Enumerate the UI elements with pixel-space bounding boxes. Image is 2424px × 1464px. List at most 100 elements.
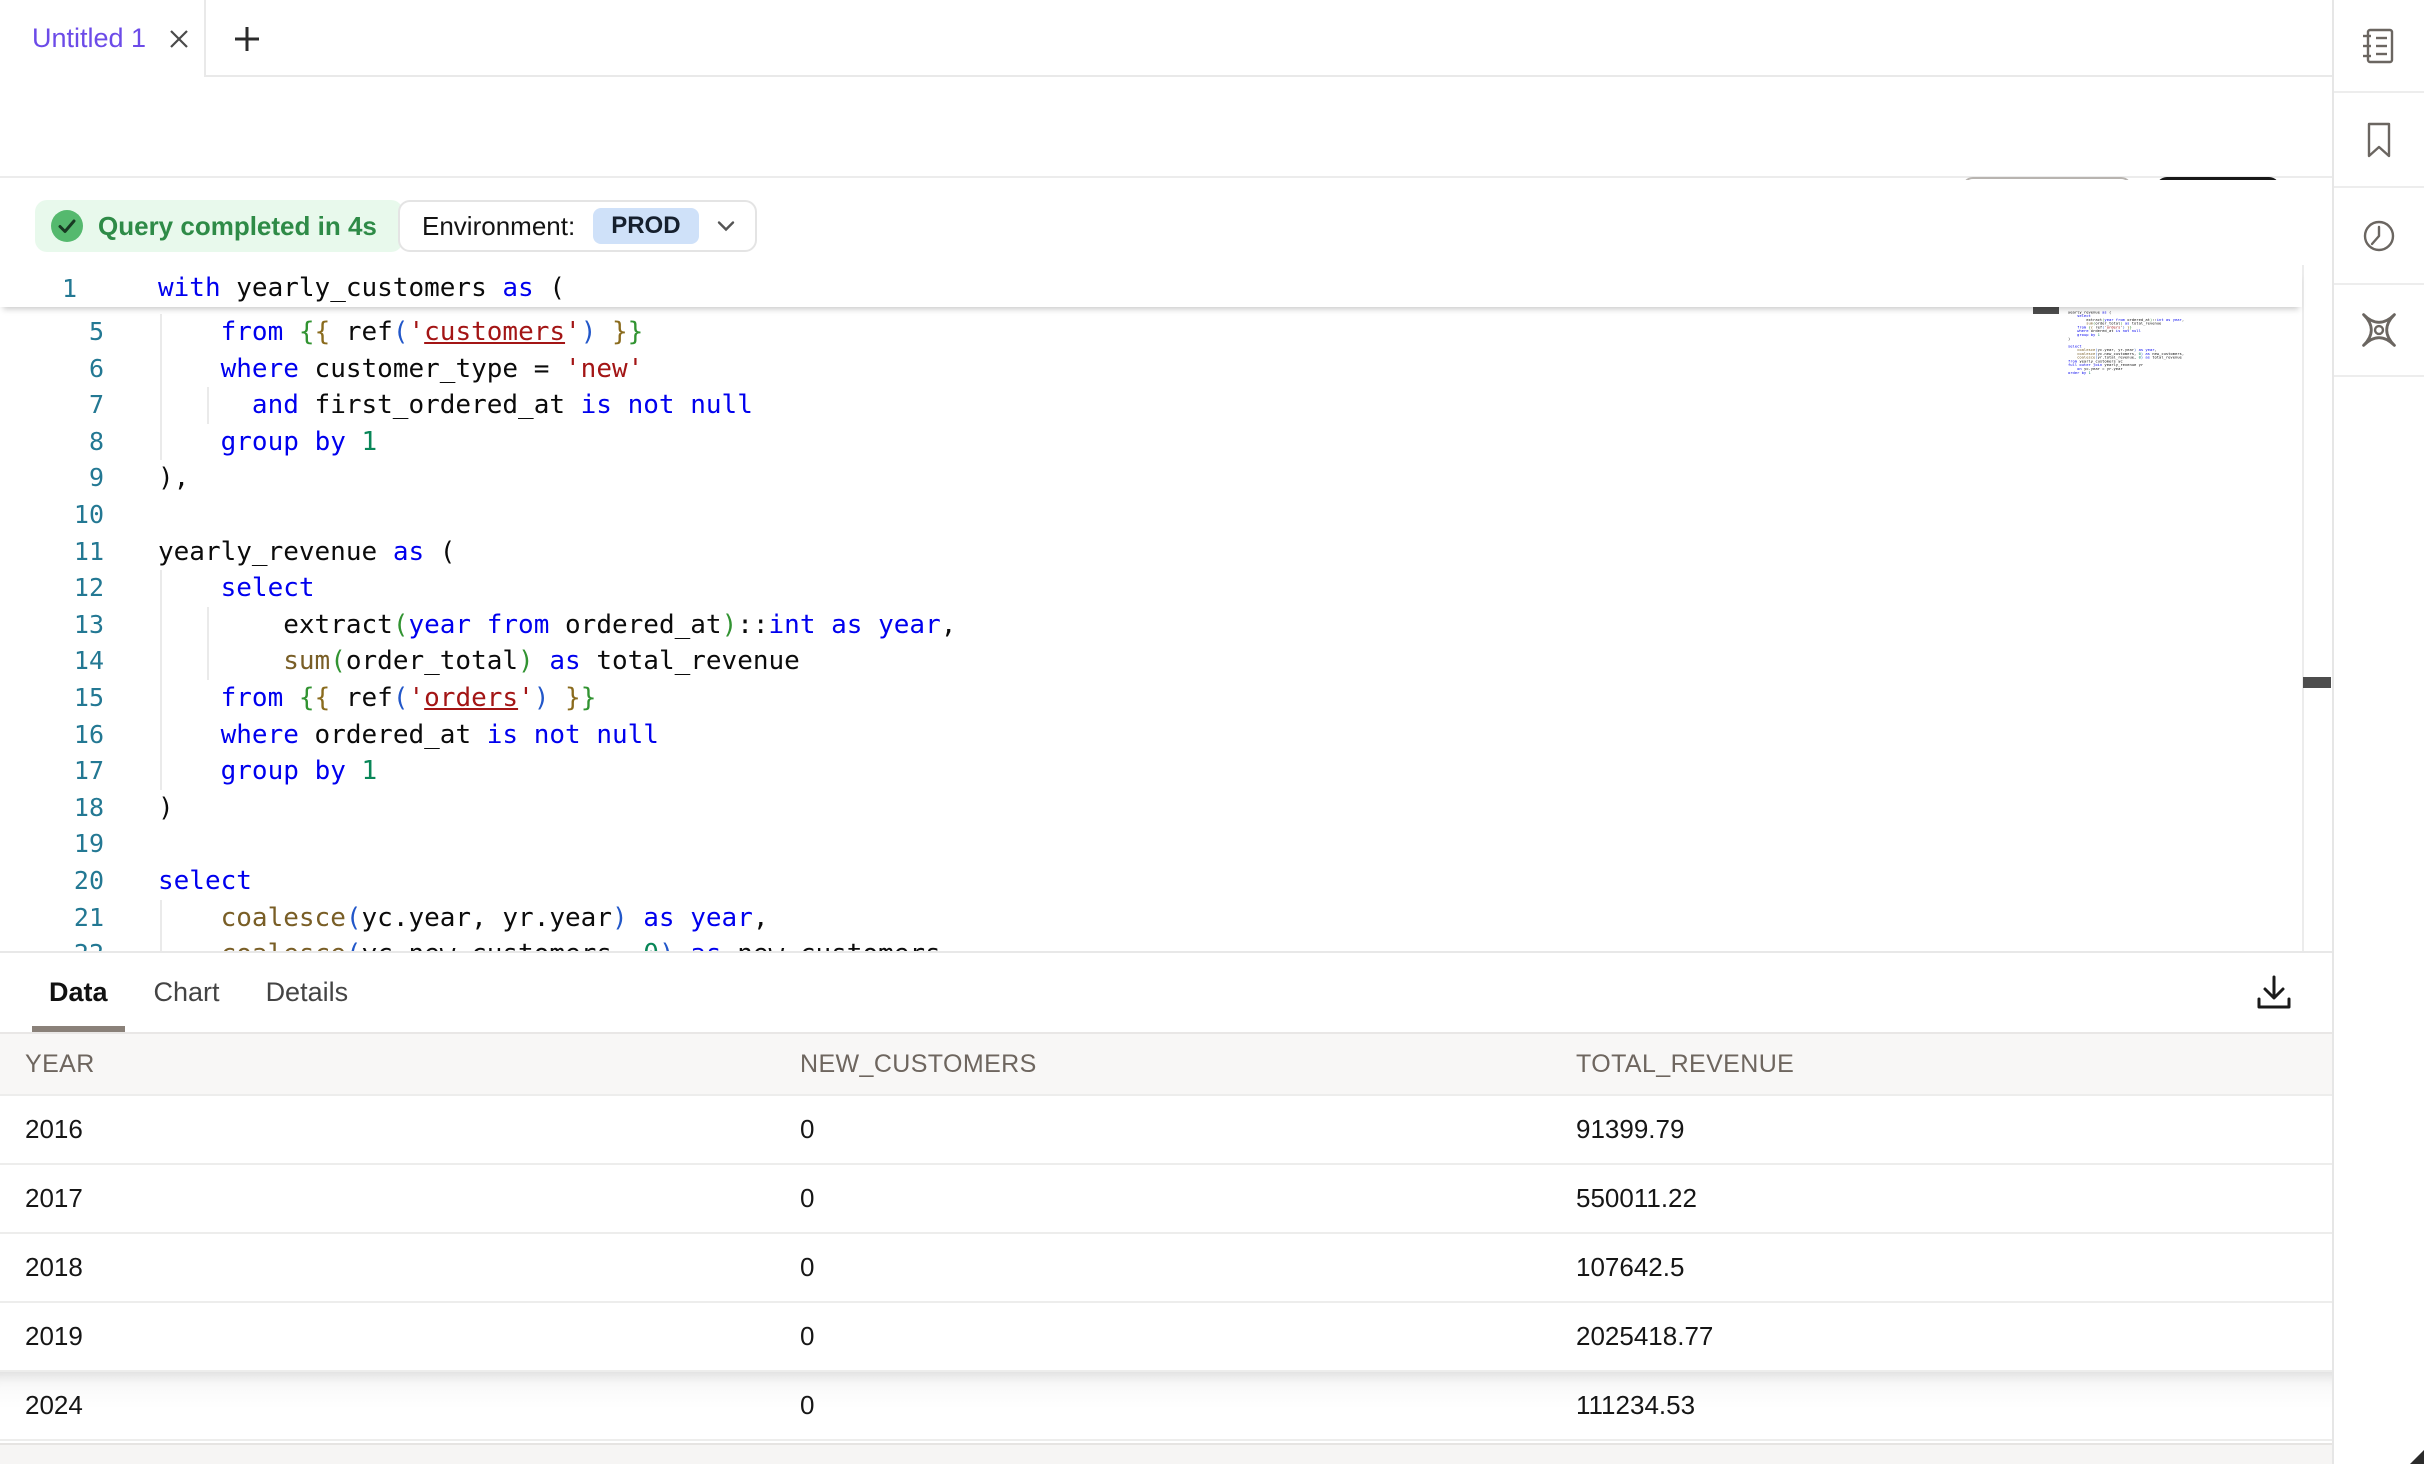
line-number: 8 bbox=[0, 424, 104, 461]
column-header: YEAR bbox=[0, 1034, 775, 1094]
editor-scrollbar-thumb[interactable] bbox=[2303, 677, 2331, 688]
code-line: 9), bbox=[0, 460, 2300, 497]
results-tab-chart[interactable]: Chart bbox=[137, 953, 237, 1032]
table-cell: 2019 bbox=[0, 1303, 775, 1370]
code-text: ) bbox=[158, 790, 174, 827]
line-number: 1 bbox=[62, 270, 77, 307]
table-cell: 2018 bbox=[0, 1234, 775, 1301]
code-line: 6 where customer_type = 'new' bbox=[0, 351, 2300, 388]
line-number: 20 bbox=[0, 863, 104, 900]
history-clock-icon bbox=[2358, 215, 2400, 257]
table-cell: 111234.53 bbox=[1551, 1372, 2332, 1439]
column-header: TOTAL_REVENUE bbox=[1551, 1034, 2332, 1094]
code-line: 8 group by 1 bbox=[0, 424, 2300, 461]
code-line: 18) bbox=[0, 790, 2300, 827]
file-tab-label: Untitled 1 bbox=[32, 23, 146, 54]
sidebar-item-notebook[interactable] bbox=[2334, 0, 2424, 93]
sidebar-item-dbt[interactable] bbox=[2334, 285, 2424, 377]
results-tab-details[interactable]: Details bbox=[249, 953, 366, 1032]
code-text: from {{ ref('orders') }} bbox=[158, 680, 596, 717]
table-row[interactable]: 20170550011.22 bbox=[0, 1165, 2332, 1234]
code-line: 7 and first_ordered_at is not null bbox=[0, 387, 2300, 424]
code-line: 21 coalesce(yc.year, yr.year) as year, bbox=[0, 900, 2300, 937]
download-icon[interactable] bbox=[2252, 971, 2296, 1015]
line-number: 22 bbox=[0, 936, 104, 951]
line-number: 21 bbox=[0, 900, 104, 937]
code-text: select bbox=[158, 863, 252, 900]
sidebar-item-history[interactable] bbox=[2334, 188, 2424, 285]
environment-label: Environment: bbox=[422, 211, 575, 242]
code-line: 22 coalesce(yc.new_customers, 0) as new_… bbox=[0, 936, 2300, 951]
results-tab-data[interactable]: Data bbox=[32, 953, 125, 1032]
line-number: 14 bbox=[0, 643, 104, 680]
new-tab-plus-icon[interactable] bbox=[232, 24, 262, 54]
line-number: 12 bbox=[0, 570, 104, 607]
code-line: 19 bbox=[0, 826, 2300, 863]
table-cell: 2016 bbox=[0, 1096, 775, 1163]
table-row[interactable]: 201902025418.77 bbox=[0, 1303, 2332, 1372]
close-icon[interactable] bbox=[166, 26, 192, 52]
code-text: coalesce(yc.new_customers, 0) as new_cus… bbox=[158, 936, 956, 951]
line-number: 18 bbox=[0, 790, 104, 827]
resize-grip[interactable] bbox=[2410, 1450, 2424, 1464]
query-status-chip: Query completed in 4s bbox=[35, 200, 403, 252]
code-text: from {{ ref('customers') }} bbox=[158, 314, 643, 351]
code-text: extract(year from ordered_at)::int as ye… bbox=[158, 607, 956, 644]
editor-scroll-marker bbox=[2033, 307, 2059, 314]
table-cell: 2024 bbox=[0, 1372, 775, 1439]
editor-tab-bar: Untitled 1 bbox=[0, 0, 2332, 77]
query-status-text: Query completed in 4s bbox=[98, 211, 377, 242]
editor-scrollbar-track[interactable] bbox=[2302, 265, 2304, 951]
table-row[interactable]: 20240111234.53 bbox=[0, 1372, 2332, 1441]
chevron-down-icon bbox=[717, 220, 735, 232]
code-line: 16 where ordered_at is not null bbox=[0, 717, 2300, 754]
results-tabs: DataChartDetails bbox=[32, 953, 365, 1032]
code-text: yearly_revenue as ( bbox=[158, 534, 455, 571]
code-lines: 5 from {{ ref('customers') }}6 where cus… bbox=[0, 314, 2300, 951]
line-number: 19 bbox=[0, 826, 104, 863]
code-text: group by 1 bbox=[158, 424, 377, 461]
table-cell: 91399.79 bbox=[1551, 1096, 2332, 1163]
results-panel: DataChartDetails YEARNEW_CUSTOMERSTOTAL_… bbox=[0, 951, 2332, 1464]
code-line: 12 select bbox=[0, 570, 2300, 607]
code-line: 5 from {{ ref('customers') }} bbox=[0, 314, 2300, 351]
line-number: 16 bbox=[0, 717, 104, 754]
table-cell: 0 bbox=[775, 1372, 1551, 1439]
results-table: YEARNEW_CUSTOMERSTOTAL_REVENUE2016091399… bbox=[0, 1034, 2332, 1441]
code-text: group by 1 bbox=[158, 753, 377, 790]
code-line: 17 group by 1 bbox=[0, 753, 2300, 790]
sticky-line-host: 1 with yearly_customers as ( bbox=[0, 270, 2302, 307]
sidebar-item-bookmarks[interactable] bbox=[2334, 93, 2424, 188]
table-header-row: YEARNEW_CUSTOMERSTOTAL_REVENUE bbox=[0, 1034, 2332, 1096]
table-cell: 0 bbox=[775, 1234, 1551, 1301]
table-cell: 0 bbox=[775, 1096, 1551, 1163]
table-row[interactable]: 20180107642.5 bbox=[0, 1234, 2332, 1303]
line-number: 11 bbox=[0, 534, 104, 571]
table-row[interactable]: 2016091399.79 bbox=[0, 1096, 2332, 1165]
environment-selector[interactable]: Environment: PROD bbox=[398, 200, 757, 252]
dbt-logo-icon bbox=[2357, 308, 2401, 352]
code-text: with yearly_customers as ( bbox=[158, 270, 565, 307]
sql-code-editor[interactable]: 5 from {{ ref('customers') }}6 where cus… bbox=[0, 265, 2332, 951]
code-text: where customer_type = 'new' bbox=[158, 351, 643, 388]
file-tab-untitled-1[interactable]: Untitled 1 bbox=[0, 0, 206, 77]
table-cell: 0 bbox=[775, 1165, 1551, 1232]
code-line: 13 extract(year from ordered_at)::int as… bbox=[0, 607, 2300, 644]
code-line: 15 from {{ ref('orders') }} bbox=[0, 680, 2300, 717]
code-text: sum(order_total) as total_revenue bbox=[158, 643, 800, 680]
minimap[interactable]: with yearly_customers as ( select extrac… bbox=[2068, 273, 2298, 573]
table-cell: 107642.5 bbox=[1551, 1234, 2332, 1301]
code-text: ), bbox=[158, 460, 189, 497]
code-line: 20 select bbox=[0, 863, 2300, 900]
horizontal-scrollbar-track[interactable] bbox=[0, 1443, 2332, 1464]
line-number: 9 bbox=[0, 460, 104, 497]
line-number: 17 bbox=[0, 753, 104, 790]
bookmark-icon bbox=[2358, 119, 2400, 161]
table-cell: 550011.22 bbox=[1551, 1165, 2332, 1232]
toolbar: Develop Run bbox=[0, 79, 2332, 178]
environment-value-badge: PROD bbox=[593, 208, 698, 244]
right-icon-sidebar bbox=[2332, 0, 2424, 1464]
line-number: 13 bbox=[0, 607, 104, 644]
code-text: coalesce(yc.year, yr.year) as year, bbox=[158, 900, 769, 937]
sticky-code-line: 1 with yearly_customers as ( bbox=[0, 270, 2302, 307]
